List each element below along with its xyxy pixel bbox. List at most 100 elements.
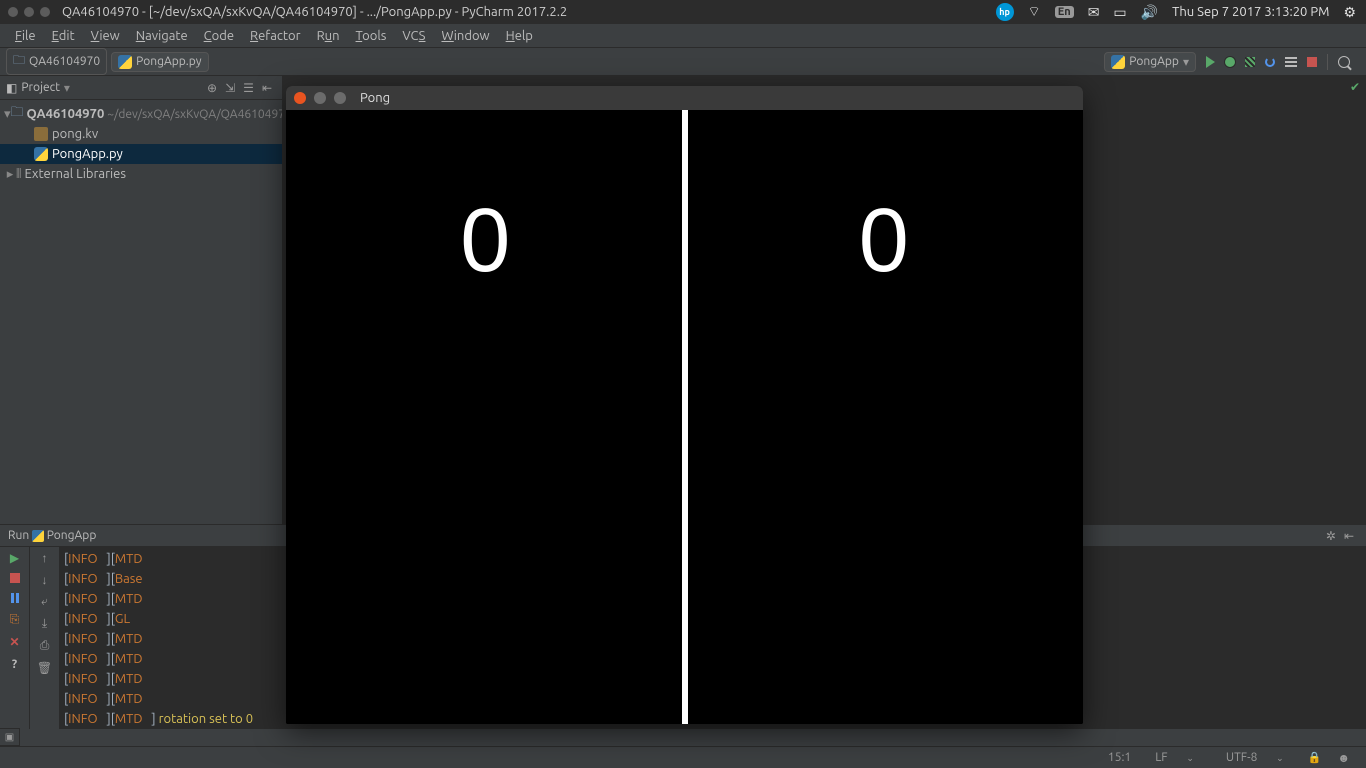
menu-run[interactable]: Run: [310, 27, 347, 45]
menu-refactor[interactable]: Refactor: [243, 27, 308, 45]
run-header-config: PongApp: [47, 529, 97, 542]
python-icon: [34, 147, 48, 161]
debug-button[interactable]: [1225, 57, 1235, 67]
mail-icon[interactable]: ✉: [1088, 4, 1100, 21]
minimize-icon[interactable]: [24, 7, 34, 17]
inspection-ok-icon[interactable]: ✔: [1350, 80, 1360, 94]
maximize-icon[interactable]: [334, 92, 346, 104]
desktop-top-bar: QA46104970 - [~/dev/sxQA/sxKvQA/QA461049…: [0, 0, 1366, 24]
help-button[interactable]: ?: [8, 657, 22, 671]
tree-file[interactable]: pong.kv: [0, 124, 282, 144]
breadcrumb-file[interactable]: PongApp.py: [111, 52, 208, 72]
pong-game-field[interactable]: 0 0: [286, 110, 1083, 724]
menu-view[interactable]: View: [84, 27, 127, 45]
collapse-icon[interactable]: ⇲: [221, 81, 239, 95]
volume-icon[interactable]: 🔊: [1141, 4, 1158, 21]
update-button[interactable]: [1265, 57, 1275, 67]
python-icon: [32, 530, 44, 542]
pong-net: [682, 110, 688, 724]
library-icon: ⫴: [16, 167, 21, 182]
hide-icon[interactable]: ⇤: [1340, 529, 1358, 543]
system-tray: hp ⌔ En ✉ ▭ 🔊 Thu Sep 7 2017 3:13:20 PM …: [996, 3, 1366, 21]
status-bar: 15:1 LF ⌄ UTF-8 ⌄ ☻: [0, 746, 1366, 768]
pong-title-bar[interactable]: Pong: [286, 86, 1083, 110]
breadcrumb-label: QA46104970: [29, 55, 100, 68]
line-separator[interactable]: LF ⌄: [1139, 751, 1210, 764]
kv-file-icon: [34, 127, 48, 141]
folder-icon: 🗀: [11, 104, 24, 124]
menu-help[interactable]: Help: [499, 27, 540, 45]
python-icon: [118, 55, 132, 69]
chevron-down-icon[interactable]: ▾: [64, 81, 70, 95]
close-icon[interactable]: [8, 7, 18, 17]
pong-score-right: 0: [859, 190, 909, 293]
run-config-label: PongApp: [1129, 55, 1179, 68]
window-controls[interactable]: [0, 7, 58, 17]
python-icon: [1111, 55, 1125, 69]
coverage-button[interactable]: [1245, 57, 1255, 67]
run-button[interactable]: [1206, 56, 1215, 68]
menu-window[interactable]: Window: [434, 27, 496, 45]
tree-external-libs[interactable]: ▸ ⫴ External Libraries: [0, 164, 282, 184]
hector-icon[interactable]: ☻: [1329, 751, 1358, 765]
toolwindow-quick-access[interactable]: ▣: [0, 728, 20, 746]
minimize-icon[interactable]: [314, 92, 326, 104]
file-encoding[interactable]: UTF-8 ⌄: [1210, 751, 1300, 764]
soft-wrap-button[interactable]: ⤶: [38, 595, 52, 609]
folder-icon: 🗀: [13, 51, 25, 72]
print-button[interactable]: ⎙: [38, 639, 52, 653]
readonly-lock-icon[interactable]: [1300, 751, 1330, 764]
search-everywhere-button[interactable]: [1338, 56, 1350, 68]
navigation-bar: 🗀 QA46104970 PongApp.py PongApp ▾: [0, 48, 1366, 76]
run-header-prefix: Run: [8, 529, 29, 542]
keyboard-layout-indicator[interactable]: En: [1055, 6, 1074, 18]
close-icon[interactable]: [294, 92, 306, 104]
menu-vcs[interactable]: VCS: [395, 27, 432, 45]
stop-button[interactable]: [10, 573, 20, 583]
close-button[interactable]: ✕: [8, 635, 22, 649]
file-name: pong.kv: [52, 127, 98, 141]
breadcrumb-root[interactable]: 🗀 QA46104970: [6, 48, 107, 75]
external-libraries-label: External Libraries: [24, 167, 126, 181]
pong-window-title: Pong: [354, 91, 390, 105]
project-path: ~/dev/sxQA/sxKvQA/QA46104970: [107, 108, 282, 121]
menu-edit[interactable]: Edit: [45, 27, 82, 45]
expand-icon[interactable]: ▸: [4, 167, 16, 182]
scroll-end-button[interactable]: ⤓: [38, 617, 52, 631]
hide-icon[interactable]: ⇤: [258, 81, 276, 95]
gear-icon[interactable]: ✲: [1322, 529, 1340, 543]
autoscroll-icon[interactable]: ⊕: [203, 81, 221, 95]
menu-file[interactable]: File: [8, 27, 43, 45]
clock[interactable]: Thu Sep 7 2017 3:13:20 PM: [1172, 5, 1329, 19]
rerun-button[interactable]: ▶: [8, 551, 22, 565]
window-title: QA46104970 - [~/dev/sxQA/sxKvQA/QA461049…: [58, 5, 567, 19]
project-view-label[interactable]: Project: [21, 81, 60, 94]
battery-icon[interactable]: ▭: [1113, 4, 1126, 21]
gear-icon[interactable]: ☰: [239, 81, 258, 95]
project-tree[interactable]: ▾ 🗀 QA46104970 ~/dev/sxQA/sxKvQA/QA46104…: [0, 100, 282, 188]
attach-button[interactable]: ⎘: [8, 613, 22, 627]
project-view-icon: ◧: [6, 81, 17, 95]
clear-button[interactable]: 🗑: [38, 661, 52, 675]
pause-button[interactable]: [8, 591, 22, 605]
menu-tools[interactable]: Tools: [349, 27, 394, 45]
file-name: PongApp.py: [52, 147, 123, 161]
pong-app-window[interactable]: Pong 0 0: [286, 86, 1083, 724]
pong-score-left: 0: [460, 190, 510, 293]
tree-root[interactable]: ▾ 🗀 QA46104970 ~/dev/sxQA/sxKvQA/QA46104…: [0, 104, 282, 124]
wifi-icon[interactable]: ⌔: [1028, 3, 1041, 21]
project-tool-window: ◧ Project ▾ ⊕ ⇲ ☰ ⇤ ▾ 🗀 QA46104970 ~/dev…: [0, 76, 283, 524]
menu-navigate[interactable]: Navigate: [129, 27, 195, 45]
gear-icon[interactable]: ⚙: [1343, 4, 1356, 21]
menu-code[interactable]: Code: [197, 27, 241, 45]
stop-button[interactable]: [1307, 57, 1317, 67]
up-stack-button[interactable]: ↑: [38, 551, 52, 565]
down-stack-button[interactable]: ↓: [38, 573, 52, 587]
tasks-button[interactable]: [1285, 57, 1297, 67]
run-config-selector[interactable]: PongApp ▾: [1104, 52, 1196, 72]
hp-icon[interactable]: hp: [996, 3, 1014, 21]
tree-file-selected[interactable]: PongApp.py: [0, 144, 282, 164]
maximize-icon[interactable]: [40, 7, 50, 17]
caret-position[interactable]: 15:1: [1100, 751, 1139, 764]
project-name: QA46104970: [27, 107, 105, 121]
